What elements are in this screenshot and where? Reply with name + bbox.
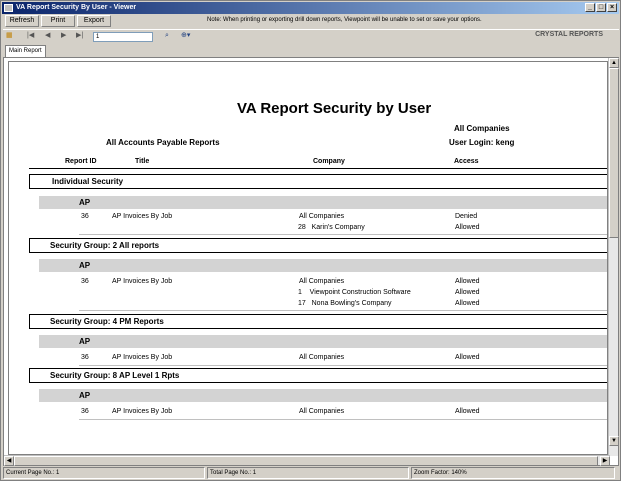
maximize-button[interactable]: □ xyxy=(596,3,606,12)
minimize-button[interactable]: _ xyxy=(585,3,595,12)
col-company: Company xyxy=(313,158,345,165)
scroll-right-icon[interactable]: ▶ xyxy=(600,456,610,466)
col-report-id: Report ID xyxy=(65,158,97,165)
viewer-window: VA Report Security By User - Viewer _ □ … xyxy=(0,0,621,481)
module-band: AP xyxy=(39,389,607,402)
prev-page-icon[interactable]: ◀ xyxy=(45,30,50,42)
group-tree-icon[interactable]: ▦ xyxy=(6,30,13,42)
cell-company: 17 Nona Bowling's Company xyxy=(298,300,392,307)
report-title: VA Report Security by User xyxy=(237,100,432,117)
cell-title: AP Invoices By Job xyxy=(112,354,173,361)
user-login: User Login: keng xyxy=(449,138,515,147)
cell-access: Allowed xyxy=(455,354,480,361)
window-title: VA Report Security By User - Viewer xyxy=(16,4,137,11)
cell-company: 28 Karin's Company xyxy=(298,224,365,231)
scroll-down-icon[interactable]: ▼ xyxy=(609,436,619,446)
vertical-scrollbar[interactable]: ▲ ▼ xyxy=(608,58,619,456)
module-band: AP xyxy=(39,335,607,348)
row-rule xyxy=(79,234,607,235)
cell-company: All Companies xyxy=(299,278,345,285)
cell-company: 1 Viewpoint Construction Software xyxy=(298,289,411,296)
refresh-button[interactable]: Refresh xyxy=(5,15,39,27)
section-header: Security Group: 2 All reports xyxy=(29,238,607,253)
horizontal-scroll-thumb[interactable] xyxy=(14,456,598,466)
cell-title: AP Invoices By Job xyxy=(112,408,173,415)
app-icon xyxy=(4,4,13,12)
cell-company: All Companies xyxy=(299,408,345,415)
page-number-input[interactable]: 1 xyxy=(93,32,153,42)
horizontal-scrollbar[interactable]: ◀ ▶ xyxy=(4,455,610,466)
module-band: AP xyxy=(39,259,607,272)
tab-main-report[interactable]: Main Report xyxy=(5,45,46,57)
cell-access: Allowed xyxy=(455,278,480,285)
crystal-reports-logo: CRYSTAL REPORTS xyxy=(535,31,603,38)
main-toolbar: Refresh Print Export Note: When printing… xyxy=(3,15,619,28)
status-bar: Current Page No.: 1 Total Page No.: 1 Zo… xyxy=(3,467,619,480)
cell-access: Allowed xyxy=(455,224,480,231)
section-header: Individual Security xyxy=(29,174,607,189)
title-bar: VA Report Security By User - Viewer _ □ … xyxy=(2,2,619,14)
search-icon[interactable]: ⌕ xyxy=(165,30,169,42)
cell-access: Allowed xyxy=(455,300,480,307)
cell-company: All Companies xyxy=(299,354,345,361)
section-header: Security Group: 8 AP Level 1 Rpts xyxy=(29,368,607,383)
report-page: VA Report Security by User All Companies… xyxy=(8,61,608,455)
close-button[interactable]: × xyxy=(607,3,617,12)
status-zoom: Zoom Factor: 140% xyxy=(411,467,615,479)
row-rule xyxy=(79,419,607,420)
status-current-page: Current Page No.: 1 xyxy=(3,467,205,479)
cell-access: Denied xyxy=(455,213,478,220)
export-button[interactable]: Export xyxy=(77,15,111,27)
vertical-scroll-thumb[interactable] xyxy=(609,68,619,238)
col-access: Access xyxy=(454,158,479,165)
print-note: Note: When printing or exporting drill d… xyxy=(207,17,482,23)
first-page-icon[interactable]: |◀ xyxy=(27,30,34,42)
zoom-icon[interactable]: ⊕▾ xyxy=(181,30,190,42)
cell-report-id: 36 xyxy=(81,408,89,415)
cell-report-id: 36 xyxy=(81,278,89,285)
cell-title: AP Invoices By Job xyxy=(112,213,173,220)
cell-report-id: 36 xyxy=(81,354,89,361)
header-rule xyxy=(29,168,607,169)
status-total-page: Total Page No.: 1 xyxy=(207,467,409,479)
last-page-icon[interactable]: ▶| xyxy=(76,30,83,42)
row-rule xyxy=(79,365,607,366)
module-band: AP xyxy=(39,196,607,209)
row-rule xyxy=(79,310,607,311)
tab-strip: Main Report xyxy=(3,44,619,57)
companies-label: All Companies xyxy=(454,124,510,133)
report-viewer: VA Report Security by User All Companies… xyxy=(3,57,619,466)
col-title: Title xyxy=(135,158,150,165)
scroll-up-icon[interactable]: ▲ xyxy=(609,58,619,68)
cell-access: Allowed xyxy=(455,289,480,296)
next-page-icon[interactable]: ▶ xyxy=(61,30,66,42)
section-header: Security Group: 4 PM Reports xyxy=(29,314,607,329)
cell-access: Allowed xyxy=(455,408,480,415)
scroll-left-icon[interactable]: ◀ xyxy=(4,456,14,466)
cell-company: All Companies xyxy=(299,213,345,220)
nav-toolbar: ▦ |◀ ◀ ▶ ▶| 1 ⌕ ⊕▾ CRYSTAL REPORTS xyxy=(3,29,619,43)
print-button[interactable]: Print xyxy=(41,15,75,27)
cell-title: AP Invoices By Job xyxy=(112,278,173,285)
cell-report-id: 36 xyxy=(81,213,89,220)
report-subtitle: All Accounts Payable Reports xyxy=(106,138,220,147)
